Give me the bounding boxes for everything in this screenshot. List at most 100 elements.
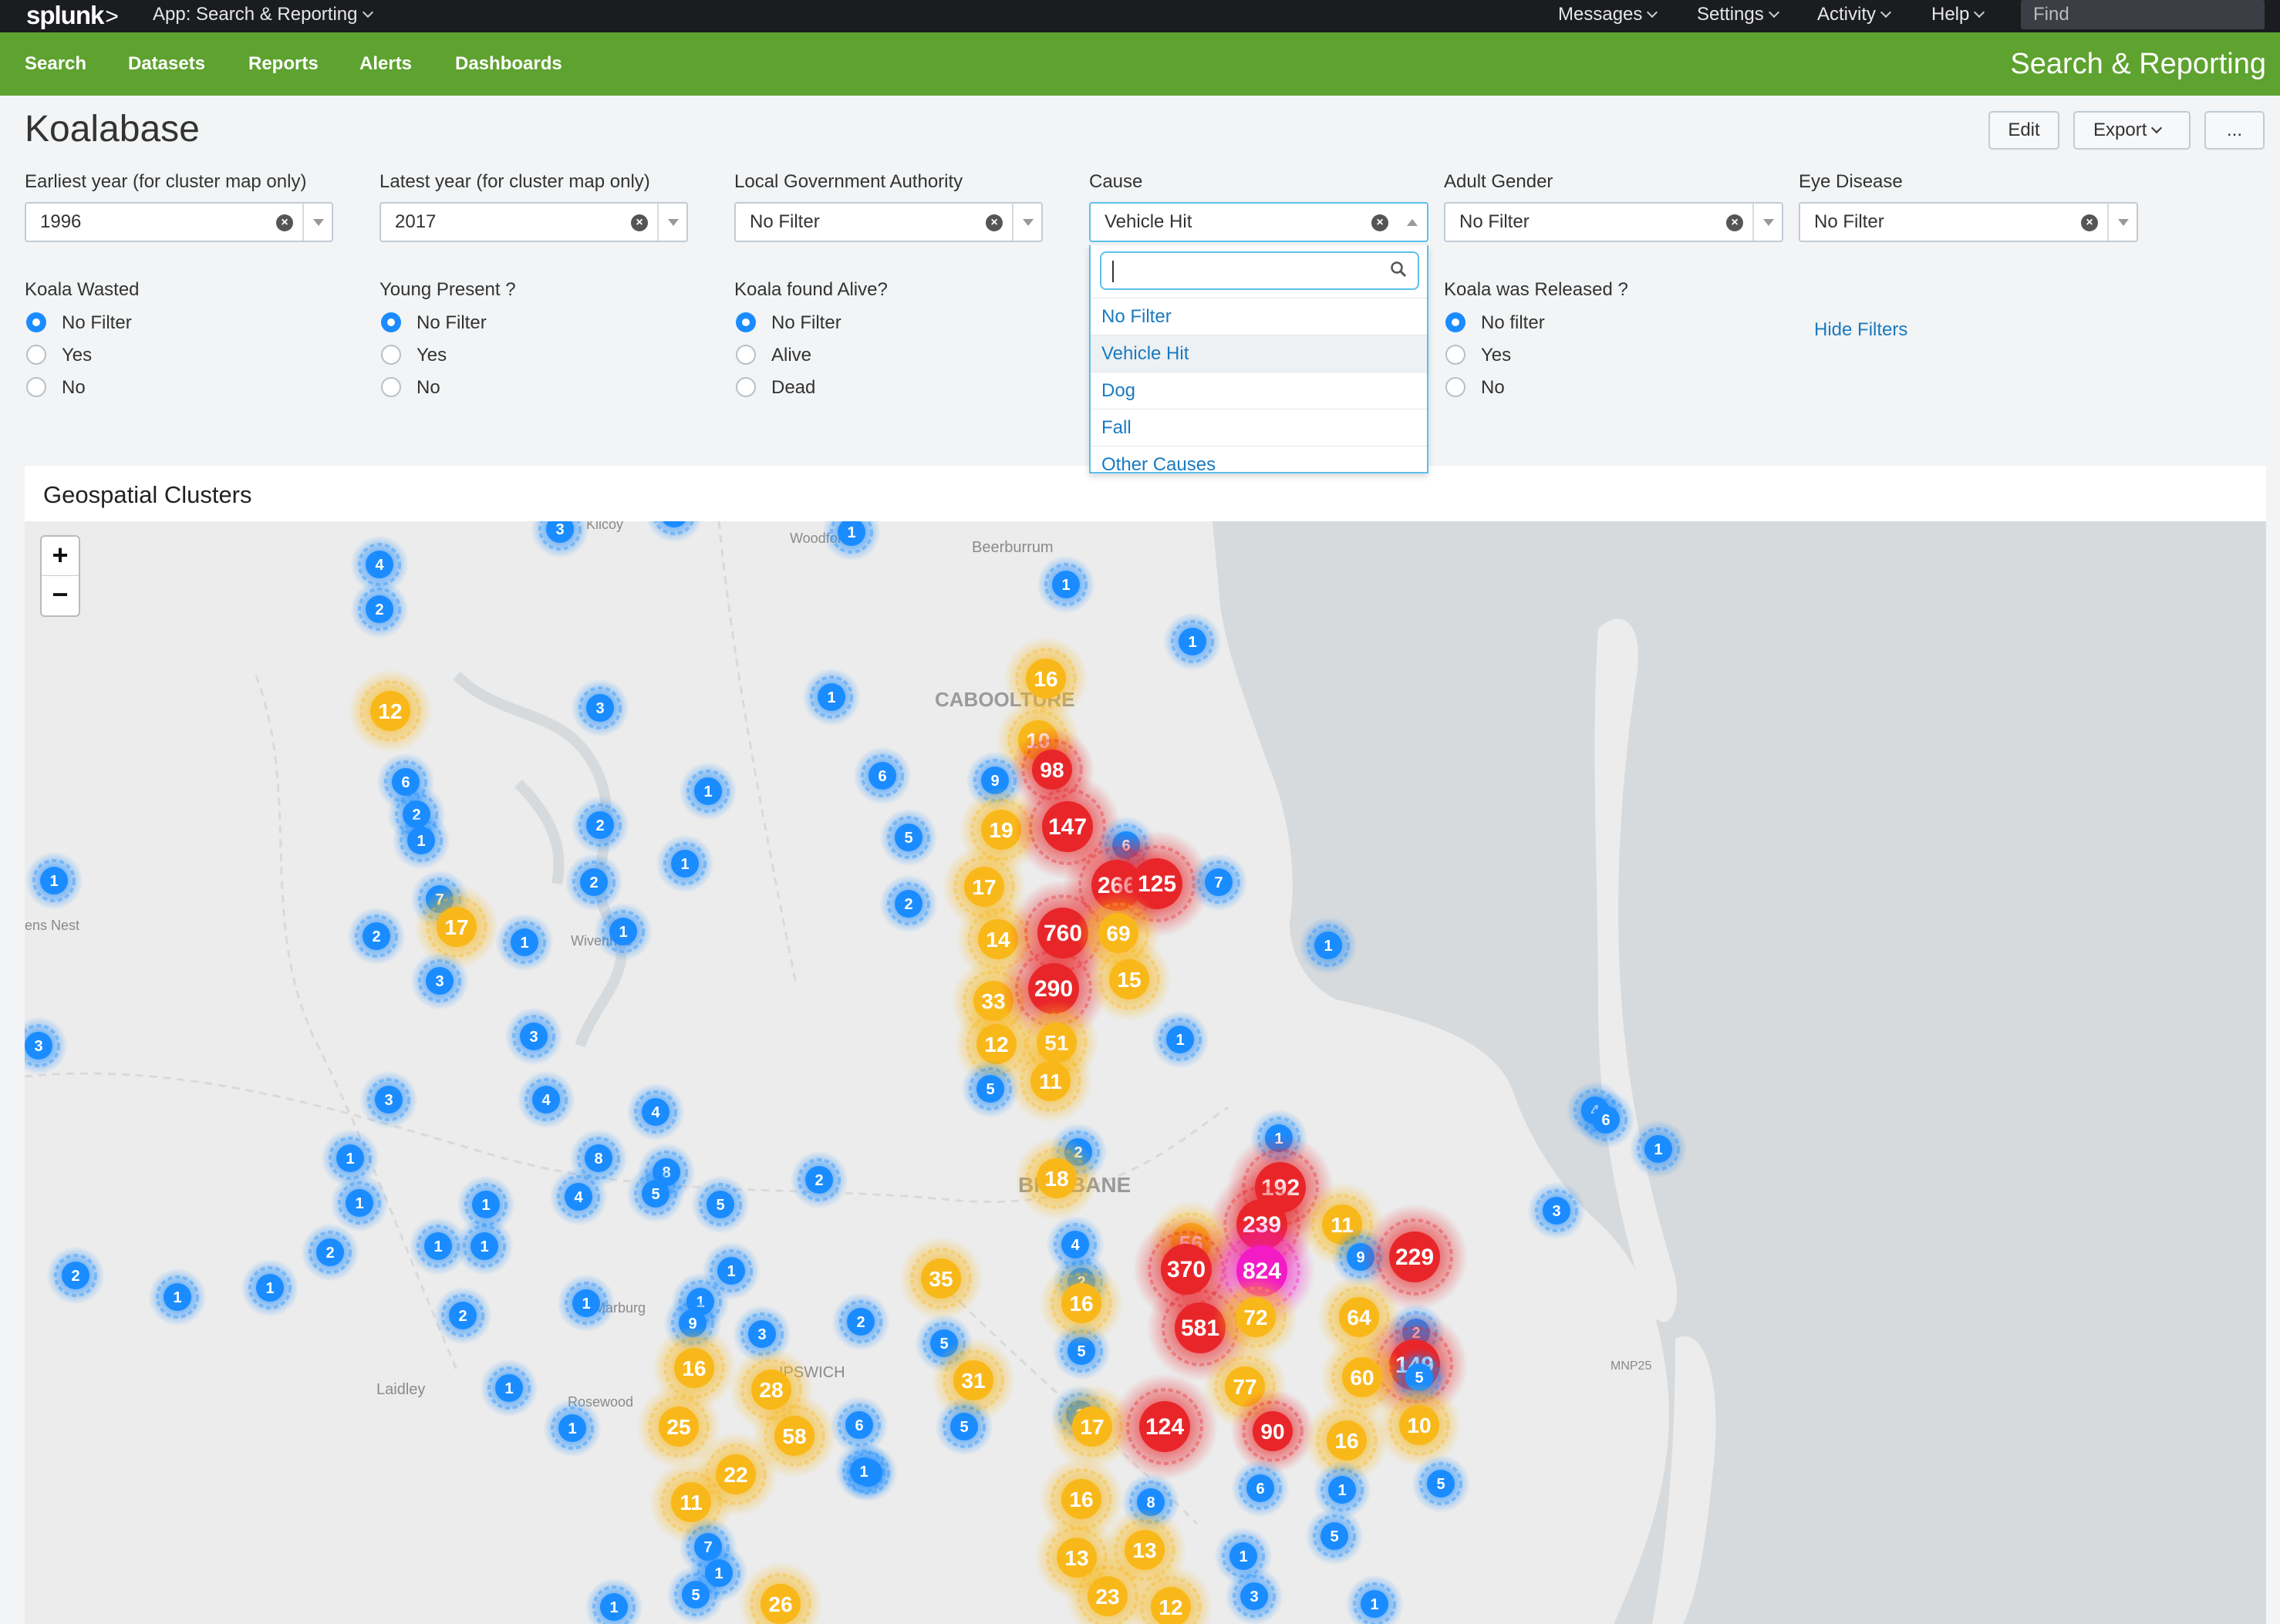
- messages-menu[interactable]: Messages: [1558, 0, 1658, 32]
- cluster-marker[interactable]: 2: [571, 796, 629, 854]
- cluster-marker[interactable]: 6: [1231, 1459, 1290, 1518]
- nav-alerts[interactable]: Alerts: [359, 32, 412, 96]
- cluster-marker[interactable]: 11: [1008, 1039, 1093, 1124]
- cluster-marker[interactable]: 5: [935, 1397, 993, 1456]
- cluster-marker[interactable]: 2: [301, 1223, 359, 1282]
- cluster-marker[interactable]: 16: [1039, 1261, 1124, 1346]
- earliest-year-select[interactable]: 1996 ×: [25, 202, 333, 242]
- nav-datasets[interactable]: Datasets: [128, 32, 205, 96]
- cluster-marker[interactable]: 1: [148, 1268, 207, 1326]
- radio-young-no[interactable]: [381, 377, 401, 397]
- cluster-marker[interactable]: 4: [517, 1070, 575, 1129]
- cluster-marker[interactable]: 1: [543, 1399, 602, 1457]
- cluster-marker[interactable]: 1: [594, 902, 653, 961]
- option-fall[interactable]: Fall: [1091, 409, 1427, 446]
- cluster-marker[interactable]: 2: [46, 1246, 105, 1305]
- cluster-marker[interactable]: 1: [480, 1359, 538, 1417]
- cluster-marker[interactable]: 2: [879, 874, 938, 933]
- radio-alive-dead[interactable]: [736, 377, 756, 397]
- radio-released-yes[interactable]: [1445, 345, 1465, 365]
- radio-young-yes[interactable]: [381, 345, 401, 365]
- cluster-marker[interactable]: 7: [1189, 853, 1248, 911]
- cluster-marker[interactable]: 2: [347, 907, 406, 965]
- edit-button[interactable]: Edit: [1988, 111, 2059, 150]
- cluster-marker[interactable]: 4: [626, 1083, 685, 1141]
- cluster-marker[interactable]: 1: [557, 1274, 616, 1333]
- cluster-marker[interactable]: 4: [549, 1167, 608, 1226]
- cluster-marker[interactable]: 5: [691, 1175, 750, 1234]
- option-other-causes[interactable]: Other Causes: [1091, 446, 1427, 483]
- adult-gender-select[interactable]: No Filter ×: [1444, 202, 1783, 242]
- radio-released-no-filter[interactable]: [1445, 312, 1465, 332]
- clear-icon[interactable]: ×: [986, 214, 1003, 231]
- clear-icon[interactable]: ×: [1726, 214, 1743, 231]
- cluster-marker[interactable]: 3: [1527, 1181, 1586, 1240]
- nav-search[interactable]: Search: [25, 32, 86, 96]
- radio-alive-no-filter[interactable]: [736, 312, 756, 332]
- cluster-marker[interactable]: 6: [1577, 1090, 1635, 1149]
- radio-wasted-no[interactable]: [26, 377, 46, 397]
- cluster-marker[interactable]: 1: [241, 1258, 299, 1317]
- dropdown-arrow-icon[interactable]: [1763, 219, 1774, 226]
- zoom-control[interactable]: + −: [40, 535, 80, 617]
- cluster-marker[interactable]: 1: [1163, 612, 1222, 671]
- dropdown-arrow-icon[interactable]: [1407, 219, 1418, 226]
- cluster-marker[interactable]: 1: [1037, 555, 1095, 614]
- cluster-marker[interactable]: 18: [1014, 1136, 1099, 1221]
- cluster-marker[interactable]: 15: [1087, 937, 1172, 1022]
- radio-alive-alive[interactable]: [736, 345, 756, 365]
- cluster-marker[interactable]: 3: [410, 952, 469, 1010]
- cluster-marker[interactable]: 5: [879, 808, 938, 867]
- cluster-marker[interactable]: 2: [433, 1286, 492, 1345]
- cluster-map[interactable]: BeerburrumCABOOLTUREBRISBANEIPSWICHLaidl…: [25, 521, 2266, 1624]
- dropdown-search-input[interactable]: [1100, 251, 1419, 290]
- option-no-filter[interactable]: No Filter: [1091, 298, 1427, 335]
- cluster-marker[interactable]: 1: [392, 811, 450, 870]
- export-button[interactable]: Export: [2073, 111, 2191, 150]
- find-input[interactable]: Find: [2021, 0, 2265, 29]
- cluster-marker[interactable]: 1: [1151, 1010, 1209, 1069]
- option-dog[interactable]: Dog: [1091, 372, 1427, 409]
- cluster-marker[interactable]: 12: [348, 669, 433, 753]
- clear-icon[interactable]: ×: [2081, 214, 2098, 231]
- hide-filters-link[interactable]: Hide Filters: [1814, 319, 1907, 341]
- clear-icon[interactable]: ×: [631, 214, 648, 231]
- splunk-logo[interactable]: splunk>: [26, 0, 119, 32]
- cluster-marker[interactable]: 3: [1225, 1567, 1283, 1624]
- radio-young-no-filter[interactable]: [381, 312, 401, 332]
- cluster-marker[interactable]: 5: [1412, 1454, 1470, 1513]
- radio-wasted-no-filter[interactable]: [26, 312, 46, 332]
- dropdown-arrow-icon[interactable]: [313, 219, 324, 226]
- zoom-out-button[interactable]: −: [42, 576, 79, 615]
- cluster-marker[interactable]: 1: [409, 1217, 467, 1275]
- zoom-in-button[interactable]: +: [42, 537, 79, 576]
- map-canvas[interactable]: BeerburrumCABOOLTUREBRISBANEIPSWICHLaidl…: [25, 521, 2266, 1624]
- dropdown-arrow-icon[interactable]: [1023, 219, 1034, 226]
- cluster-marker[interactable]: 1: [656, 834, 714, 893]
- cluster-marker[interactable]: 1: [1299, 916, 1358, 975]
- cluster-marker[interactable]: 1: [330, 1174, 389, 1232]
- cluster-marker[interactable]: 3: [504, 1007, 563, 1066]
- cluster-marker[interactable]: 2: [565, 853, 623, 911]
- more-actions-button[interactable]: ...: [2204, 111, 2265, 150]
- dropdown-arrow-icon[interactable]: [668, 219, 679, 226]
- cluster-marker[interactable]: 2: [350, 580, 409, 638]
- option-vehicle-hit[interactable]: Vehicle Hit: [1091, 335, 1427, 372]
- radio-released-no[interactable]: [1445, 377, 1465, 397]
- clear-icon[interactable]: ×: [1371, 214, 1388, 231]
- dropdown-arrow-icon[interactable]: [2118, 219, 2129, 226]
- cluster-marker[interactable]: 1: [802, 668, 861, 726]
- cause-select[interactable]: Vehicle Hit ×: [1089, 202, 1428, 242]
- cluster-marker[interactable]: 3: [571, 679, 629, 737]
- cluster-marker[interactable]: 5: [666, 1565, 725, 1624]
- settings-menu[interactable]: Settings: [1697, 0, 1779, 32]
- cluster-marker[interactable]: 1: [495, 913, 554, 972]
- cluster-marker[interactable]: 1: [679, 762, 737, 820]
- cluster-marker[interactable]: 5: [1305, 1507, 1364, 1565]
- cluster-marker[interactable]: 1: [835, 1442, 893, 1501]
- cluster-marker[interactable]: 1: [1629, 1120, 1688, 1178]
- cluster-marker[interactable]: 2: [831, 1292, 890, 1351]
- cluster-marker[interactable]: 3: [359, 1070, 418, 1129]
- radio-wasted-yes[interactable]: [26, 345, 46, 365]
- cluster-marker[interactable]: 35: [899, 1236, 983, 1321]
